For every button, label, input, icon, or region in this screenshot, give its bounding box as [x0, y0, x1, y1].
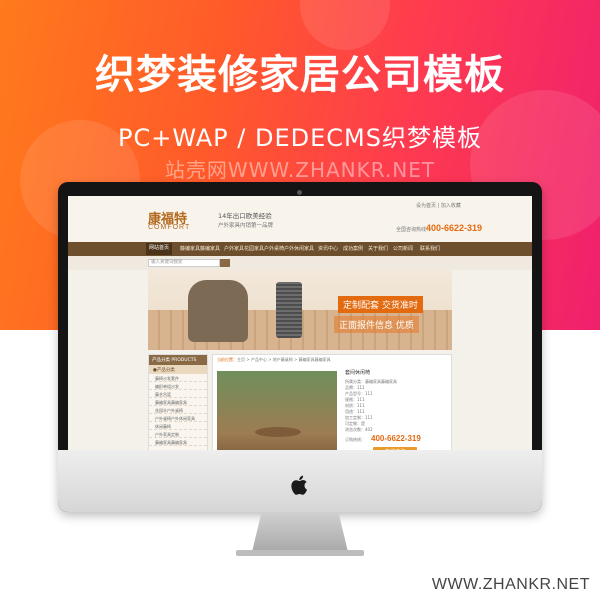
breadcrumb: 当前位置：主页 > 产品中心 > 地户藤桌椅 > 藤编家具藤编家具 [217, 357, 331, 363]
nav-item[interactable]: 公司新闻 [393, 245, 413, 252]
main-nav: 网站首页 藤编家具藤编家具 户外家具花园家具 户外桌椅户外休闲家具 资讯中心 成… [68, 242, 532, 256]
sidebar-item[interactable]: 藤椅沙发套件 [149, 374, 207, 382]
sidebar-item[interactable]: 藤艺吊篮 [149, 390, 207, 398]
nav-item[interactable]: 联系我们 [420, 245, 440, 252]
monitor-stand-base [236, 550, 364, 556]
promo-title: 织梦装修家居公司模板 [95, 52, 505, 98]
search-bar: 输入关键词搜索 [68, 256, 532, 270]
nav-item[interactable]: 资讯中心 [318, 245, 338, 252]
nav-item[interactable]: 成功案例 [343, 245, 363, 252]
nav-item-home[interactable]: 网站首页 [146, 243, 173, 255]
site-header: 康福特 COMFORT 14年出口欧美经验 户外家具内销第一品牌 设为首页 | … [68, 196, 532, 242]
sidebar-item[interactable]: 户外家具定制 [149, 430, 207, 438]
product-info-line: 浏览次数：402 [345, 427, 373, 432]
search-button[interactable] [220, 259, 230, 267]
order-hotline-number: 400-6622-319 [371, 434, 421, 443]
promo-subtitle: PC+WAP / DEDECMS织梦模板 [118, 124, 482, 152]
sidebar-item[interactable]: 户外桌椅户外休闲家具 [149, 414, 207, 422]
armchair-image [188, 280, 248, 342]
banner-tagline: 定制配套 交货准时 [338, 296, 423, 313]
patio-table-shape [255, 427, 301, 437]
sidebar-item[interactable]: 藤编家具藤编家具 [149, 438, 207, 446]
folding-chair-image [276, 282, 302, 338]
sidebar-item[interactable]: 藤编家具藤编家具 [149, 398, 207, 406]
sidebar-item[interactable]: 花园伞户外桌椅 [149, 406, 207, 414]
product-name: 套间休闲椅 [345, 370, 371, 376]
nav-item[interactable]: 关于我们 [368, 245, 388, 252]
nav-item[interactable]: 藤编家具藤编家具 [180, 245, 220, 252]
top-links[interactable]: 设为首页 | 加入收藏 [416, 202, 461, 209]
breadcrumb-path[interactable]: 主页 > 产品中心 > 地户藤桌椅 > 藤编家具藤编家具 [237, 357, 331, 362]
nav-item[interactable]: 户外桌椅户外休闲家具 [264, 245, 314, 252]
apple-logo-icon [291, 475, 307, 495]
footer-url: WWW.ZHANKR.NET [431, 576, 590, 593]
nav-item[interactable]: 户外家具花园家具 [224, 245, 264, 252]
camera-dot [297, 190, 302, 195]
monitor-screen: 康福特 COMFORT 14年出口欧美经验 户外家具内销第一品牌 设为首页 | … [68, 196, 532, 482]
search-input[interactable]: 输入关键词搜索 [148, 259, 220, 267]
hotline-number: 400-6622-319 [426, 223, 483, 233]
breadcrumb-label: 当前位置： [217, 357, 237, 362]
sidebar-subheader[interactable]: ●产品分类 [149, 365, 207, 374]
site-logo-en: COMFORT [148, 224, 191, 231]
site-slogan-sub: 户外家具内销第一品牌 [218, 223, 274, 229]
monitor-stand [252, 512, 348, 552]
watermark: 站壳网WWW.ZHANKR.NET [164, 158, 436, 182]
sidebar-item[interactable]: 休闲藤椅 [149, 422, 207, 430]
hero-banner: 定制配套 交货准时 正面报件信息 优质 [148, 270, 452, 350]
banner-tagline-sub: 正面报件信息 优质 [334, 316, 419, 333]
order-hotline-label: 订购热线： [345, 437, 365, 442]
sidebar-item[interactable]: 编织单组沙发 [149, 382, 207, 390]
sidebar-header: 产品分类 PRODUCTS [149, 355, 207, 365]
site-slogan: 14年出口欧美经验 [218, 212, 272, 220]
